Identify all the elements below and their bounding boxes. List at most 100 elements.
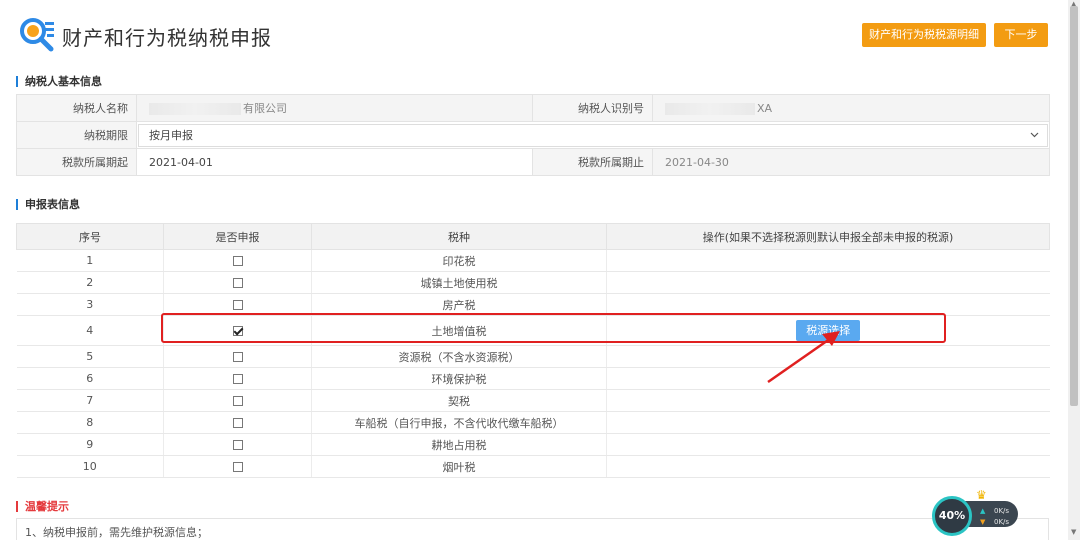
column-header-number: 序号: [16, 223, 164, 250]
taxpayer-info-table: 纳税人名称 有限公司 纳税人识别号 XA 纳税期限 按月申报 税款所属期起 20…: [16, 94, 1050, 176]
column-header-action: 操作(如果不选择税源则默认申报全部未申报的税源): [606, 223, 1050, 250]
action-cell: [606, 389, 1050, 412]
tax-period-select[interactable]: 按月申报: [136, 121, 1050, 149]
tips-box: 1、纳税申报前，需先维护税源信息；: [16, 518, 1049, 540]
row-number: 1: [16, 249, 164, 272]
declare-checkbox-cell: [163, 411, 312, 434]
action-cell: [606, 367, 1050, 390]
table-row: 2 城镇土地使用税: [16, 271, 1050, 294]
download-rate: 0K/s: [994, 518, 1010, 526]
action-cell: [606, 433, 1050, 456]
row-number: 6: [16, 367, 164, 390]
upload-rate: 0K/s: [994, 507, 1010, 515]
declare-checkbox-cell: [163, 271, 312, 294]
tax-type-name: 资源税（不含水资源税）: [311, 345, 607, 368]
taxpayer-name-label: 纳税人名称: [16, 94, 137, 122]
tax-type-name: 契税: [311, 389, 607, 412]
table-row: 4 土地增值税 税源选择: [16, 315, 1050, 346]
period-start-value: 2021-04-01: [136, 148, 533, 176]
declare-checkbox[interactable]: [232, 278, 243, 288]
declare-checkbox[interactable]: [232, 352, 243, 362]
table-row: 8 车船税（自行申报，不含代收代缴车船税）: [16, 411, 1050, 434]
row-number: 7: [16, 389, 164, 412]
column-header-tax-type: 税种: [311, 223, 607, 250]
taxpayer-id-suffix: XA: [757, 101, 773, 115]
declare-checkbox[interactable]: [232, 440, 243, 450]
tax-type-name: 烟叶税: [311, 455, 607, 478]
declare-checkbox[interactable]: [232, 396, 243, 406]
crown-icon: ♛: [976, 488, 987, 502]
download-arrow-icon: ▼: [980, 518, 986, 526]
table-row: 3 房产税: [16, 293, 1050, 316]
action-cell: [606, 293, 1050, 316]
vertical-scrollbar[interactable]: ▲ ▼: [1068, 0, 1080, 540]
row-number: 9: [16, 433, 164, 456]
action-cell: [606, 411, 1050, 434]
taxpayer-id-value: XA: [652, 94, 1050, 122]
tax-source-select-button[interactable]: 税源选择: [796, 320, 861, 341]
row-number: 8: [16, 411, 164, 434]
scrollbar-thumb[interactable]: [1070, 6, 1078, 406]
tax-period-value: 按月申报: [149, 129, 193, 142]
declare-checkbox-cell: [163, 345, 312, 368]
taxpayer-name-value: 有限公司: [136, 94, 533, 122]
network-percent: 40%: [932, 496, 972, 536]
redacted-text: [665, 102, 755, 115]
row-number: 2: [16, 271, 164, 294]
declare-checkbox[interactable]: [232, 418, 243, 428]
period-end-label: 税款所属期止: [532, 148, 653, 176]
table-row: 7 契税: [16, 389, 1050, 412]
page-header: 财产和行为税纳税申报 财产和行为税税源明细 下一步: [0, 0, 1068, 72]
chevron-down-icon: [1030, 132, 1039, 138]
row-number: 5: [16, 345, 164, 368]
search-document-icon: [20, 18, 54, 52]
row-number: 4: [16, 315, 164, 346]
tax-type-name: 车船税（自行申报，不含代收代缴车船税）: [311, 411, 607, 434]
declare-checkbox[interactable]: [232, 300, 243, 310]
tax-type-name: 房产税: [311, 293, 607, 316]
declaration-table: 序号 是否申报 税种 操作(如果不选择税源则默认申报全部未申报的税源) 1 印花税…: [16, 223, 1050, 478]
network-speed-widget[interactable]: ♛ 40% ▲ 0K/s ▼ 0K/s: [932, 488, 1018, 536]
declare-checkbox-cell: [163, 389, 312, 412]
action-cell: [606, 455, 1050, 478]
column-header-declare: 是否申报: [163, 223, 312, 250]
taxpayer-id-label: 纳税人识别号: [532, 94, 653, 122]
tips-section-title: 温馨提示: [16, 501, 69, 512]
scroll-down-arrow-icon[interactable]: ▼: [1071, 528, 1076, 536]
action-cell: [606, 345, 1050, 368]
declare-checkbox-cell: [163, 249, 312, 272]
table-row: 9 耕地占用税: [16, 433, 1050, 456]
table-row: 5 资源税（不含水资源税）: [16, 345, 1050, 368]
action-cell: [606, 249, 1050, 272]
table-row: 1 印花税: [16, 249, 1050, 272]
tax-type-name: 土地增值税: [311, 315, 607, 346]
period-start-label: 税款所属期起: [16, 148, 137, 176]
row-number: 3: [16, 293, 164, 316]
tax-type-name: 耕地占用税: [311, 433, 607, 456]
declare-checkbox[interactable]: [232, 462, 243, 472]
taxpayer-name-suffix: 有限公司: [243, 102, 287, 115]
tax-type-name: 印花税: [311, 249, 607, 272]
declare-checkbox-cell: [163, 455, 312, 478]
period-end-value: 2021-04-30: [652, 148, 1050, 176]
tax-type-name: 环境保护税: [311, 367, 607, 390]
declare-checkbox[interactable]: [232, 256, 243, 266]
declare-checkbox[interactable]: [232, 374, 243, 384]
table-row: 6 环境保护税: [16, 367, 1050, 390]
upload-arrow-icon: ▲: [980, 507, 986, 515]
declare-checkbox-cell: [163, 293, 312, 316]
row-number: 10: [16, 455, 164, 478]
tip-line: 1、纳税申报前，需先维护税源信息；: [25, 526, 208, 539]
tax-period-label: 纳税期限: [16, 121, 137, 149]
tax-source-detail-button[interactable]: 财产和行为税税源明细: [862, 23, 986, 47]
declare-checkbox[interactable]: [232, 326, 243, 336]
action-cell: [606, 271, 1050, 294]
taxpayer-section-title: 纳税人基本信息: [16, 76, 102, 87]
declare-checkbox-cell: [163, 367, 312, 390]
page-title: 财产和行为税纳税申报: [62, 26, 272, 50]
action-cell: 税源选择: [606, 315, 1050, 346]
redacted-text: [149, 103, 241, 115]
declare-checkbox-cell: [163, 315, 312, 346]
next-step-button[interactable]: 下一步: [994, 23, 1048, 47]
declare-checkbox-cell: [163, 433, 312, 456]
